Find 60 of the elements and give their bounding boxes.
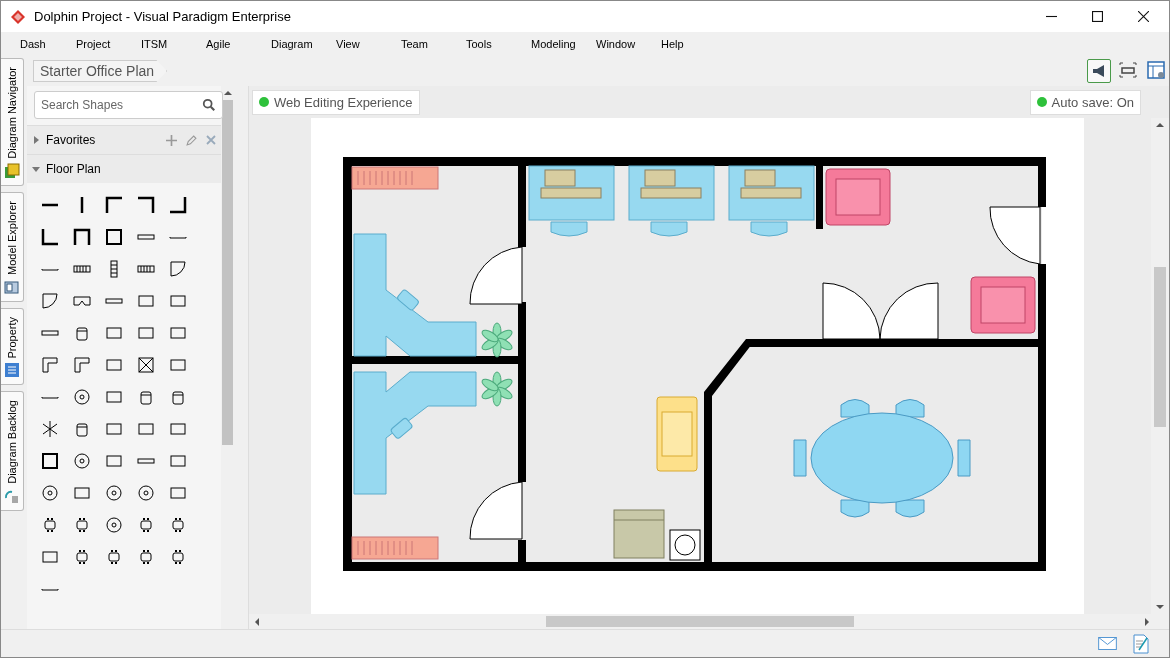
scroll-down-icon[interactable]: [1156, 603, 1164, 611]
scrollbar-thumb[interactable]: [1154, 267, 1166, 427]
collapse-icon: [32, 165, 40, 173]
menu-item[interactable]: Diagram: [271, 38, 336, 50]
menu-item[interactable]: Dash: [20, 38, 76, 50]
scroll-up-icon[interactable]: [223, 89, 232, 97]
plant-drawing: [481, 322, 513, 358]
layout-panel-icon[interactable]: [1145, 59, 1167, 81]
scroll-up-icon[interactable]: [1156, 121, 1164, 129]
palette-section-header[interactable]: Floor Plan: [27, 154, 221, 183]
palette-section-header[interactable]: Favorites: [27, 125, 221, 154]
expand-icon: [32, 136, 40, 144]
office-chair-drawing: [389, 416, 414, 440]
menu-item[interactable]: Agile: [206, 38, 271, 50]
sink-drawing: [669, 529, 701, 561]
search-icon: [202, 98, 216, 112]
edit-icon[interactable]: [186, 134, 197, 146]
scroll-left-icon[interactable]: [253, 617, 261, 626]
mail-icon[interactable]: [1098, 637, 1117, 650]
menu-item[interactable]: Window: [596, 38, 661, 50]
scroll-right-icon[interactable]: [1143, 617, 1151, 626]
notice-text: Web Editing Experience: [274, 94, 413, 110]
fit-frame-icon[interactable]: [1117, 59, 1139, 81]
scrollbar-thumb[interactable]: [546, 616, 854, 627]
property-icon: [4, 362, 20, 379]
maximize-icon[interactable]: [1092, 11, 1103, 22]
notice-text: Auto save: On: [1051, 94, 1134, 110]
door-drawing: [469, 481, 523, 540]
side-tab[interactable]: Model Explorer: [1, 191, 24, 302]
plant-drawing: [481, 371, 513, 407]
remove-icon[interactable]: [206, 134, 216, 145]
menu-item[interactable]: Team: [401, 38, 466, 50]
status-dot-icon: [259, 97, 269, 107]
close-icon[interactable]: [1138, 11, 1149, 22]
menu-item[interactable]: Modeling: [531, 38, 596, 50]
status-dot-icon: [1036, 97, 1047, 107]
menu-item[interactable]: Project: [76, 38, 141, 50]
navigator-icon: [4, 162, 20, 179]
cabinet-drawing: [613, 509, 665, 559]
menu-item[interactable]: View: [336, 38, 401, 50]
megaphone-icon[interactable]: [1087, 59, 1111, 83]
side-tab[interactable]: Property: [1, 307, 24, 386]
backlog-icon: [4, 488, 20, 505]
menu-item[interactable]: Tools: [466, 38, 531, 50]
add-icon[interactable]: [166, 134, 177, 146]
search-field[interactable]: Search Shapes: [34, 91, 223, 119]
breadcrumb[interactable]: Starter Office Plan: [33, 60, 168, 82]
door-drawing: [989, 206, 1041, 265]
menu-item[interactable]: ITSM: [141, 38, 206, 50]
app-logo-icon: [10, 8, 26, 25]
armchair-drawing: [825, 168, 891, 226]
scrollbar-thumb[interactable]: [222, 100, 233, 445]
side-tab[interactable]: Diagram Backlog: [1, 391, 24, 512]
armchair-drawing: [970, 276, 1036, 334]
door-drawing: [469, 246, 523, 305]
window-title: Dolphin Project - Visual Paradigm Enterprise: [34, 9, 291, 24]
menu-item[interactable]: Help: [661, 38, 726, 50]
explorer-icon: [4, 278, 20, 295]
side-tab[interactable]: Diagram Navigator: [1, 58, 24, 186]
document-edit-icon[interactable]: [1133, 633, 1149, 654]
